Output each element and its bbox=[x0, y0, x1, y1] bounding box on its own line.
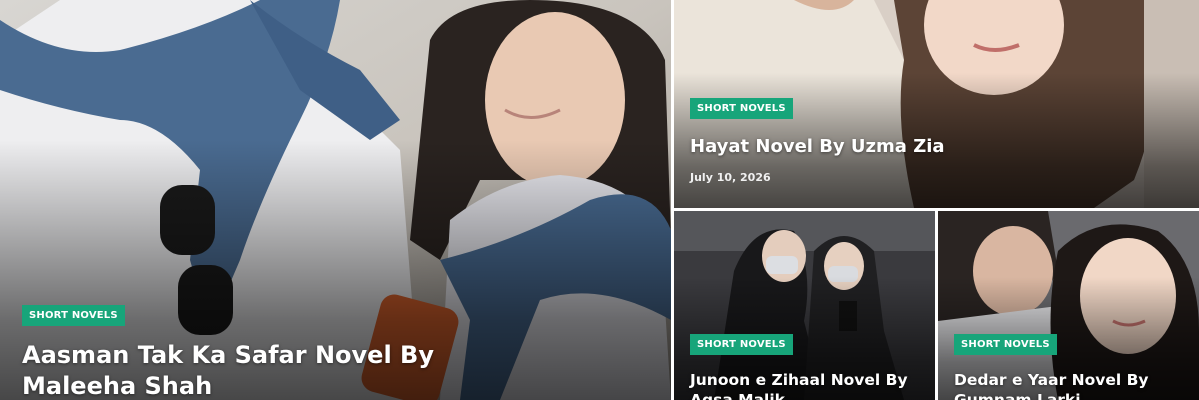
featured-post-card-top-right[interactable]: SHORT NOVELS Hayat Novel By Uzma Zia Jul… bbox=[674, 0, 1199, 208]
category-badge[interactable]: SHORT NOVELS bbox=[690, 334, 793, 355]
category-badge[interactable]: SHORT NOVELS bbox=[22, 305, 125, 326]
featured-post-card-bottom-left[interactable]: SHORT NOVELS Junoon e Zihaal Novel By Aq… bbox=[674, 211, 935, 400]
post-meta: SHORT NOVELS Hayat Novel By Uzma Zia Jul… bbox=[690, 98, 1199, 184]
post-meta: SHORT NOVELS Aasman Tak Ka Safar Novel B… bbox=[22, 305, 521, 400]
post-title[interactable]: Dedar e Yaar Novel By Gumnam Larki bbox=[954, 370, 1187, 400]
category-badge[interactable]: SHORT NOVELS bbox=[954, 334, 1057, 355]
featured-post-card-bottom-right[interactable]: SHORT NOVELS Dedar e Yaar Novel By Gumna… bbox=[938, 211, 1199, 400]
post-title[interactable]: Junoon e Zihaal Novel By Aqsa Malik bbox=[690, 370, 923, 400]
post-meta: SHORT NOVELS Dedar e Yaar Novel By Gumna… bbox=[954, 334, 1187, 400]
featured-posts-grid: SHORT NOVELS Aasman Tak Ka Safar Novel B… bbox=[0, 0, 1199, 400]
post-date: July 10, 2026 bbox=[690, 171, 771, 184]
post-title[interactable]: Hayat Novel By Uzma Zia bbox=[690, 135, 1199, 159]
featured-post-card-main[interactable]: SHORT NOVELS Aasman Tak Ka Safar Novel B… bbox=[0, 0, 671, 400]
post-title[interactable]: Aasman Tak Ka Safar Novel By Maleeha Sha… bbox=[22, 340, 521, 400]
post-meta: SHORT NOVELS Junoon e Zihaal Novel By Aq… bbox=[690, 334, 923, 400]
category-badge[interactable]: SHORT NOVELS bbox=[690, 98, 793, 119]
